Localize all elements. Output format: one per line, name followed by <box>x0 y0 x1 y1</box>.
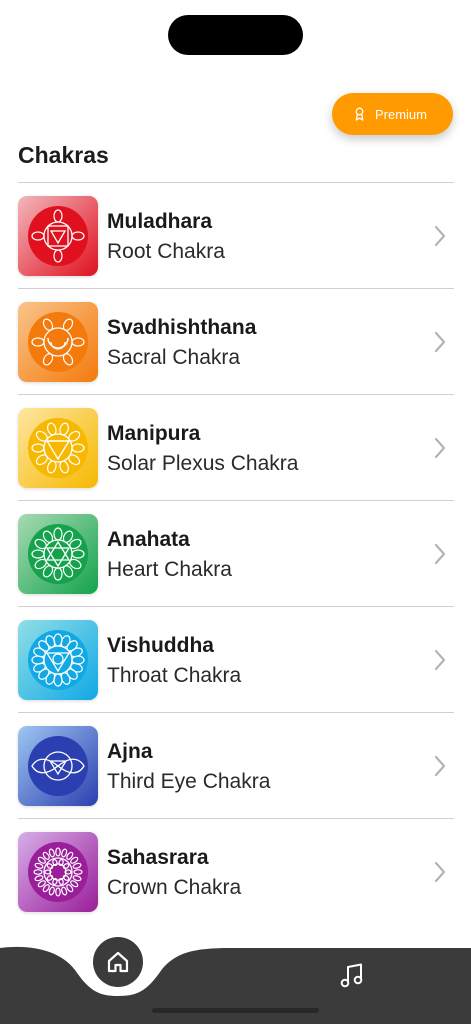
chakra-subtitle: Throat Chakra <box>107 664 242 687</box>
chevron-right-icon <box>434 437 446 459</box>
award-icon <box>355 107 364 121</box>
vishuddha-symbol-icon <box>18 620 98 700</box>
chakra-subtitle: Sacral Chakra <box>107 346 241 369</box>
chakra-list: Muladhara Root Chakra Svadhishthana Sacr… <box>18 182 454 924</box>
list-item-anahata[interactable]: Anahata Heart Chakra <box>18 501 454 607</box>
svadhishthana-symbol-icon <box>18 302 98 382</box>
list-item-ajna[interactable]: Ajna Third Eye Chakra <box>18 713 454 819</box>
chevron-right-icon <box>434 649 446 671</box>
muladhara-symbol-icon <box>18 196 98 276</box>
chakra-name: Vishuddha <box>107 634 214 657</box>
premium-label: Premium <box>374 106 427 122</box>
premium-button[interactable]: Premium <box>332 93 453 135</box>
chakra-name: Manipura <box>107 422 201 445</box>
chakra-name: Anahata <box>107 528 190 551</box>
list-item-manipura[interactable]: Manipura Solar Plexus Chakra <box>18 395 454 501</box>
chevron-right-icon <box>434 861 446 883</box>
list-item-sahasrara[interactable]: Sahasrara Crown Chakra <box>18 819 454 924</box>
list-item-svadhishthana[interactable]: Svadhishthana Sacral Chakra <box>18 289 454 395</box>
manipura-symbol-icon <box>18 408 98 488</box>
home-tab-button[interactable] <box>93 937 143 987</box>
chakra-subtitle: Root Chakra <box>107 240 225 263</box>
home-icon <box>107 951 129 973</box>
home-indicator <box>152 1008 319 1013</box>
chakra-subtitle: Crown Chakra <box>107 876 242 899</box>
ajna-symbol-icon <box>18 726 98 806</box>
list-item-vishuddha[interactable]: Vishuddha Throat Chakra <box>18 607 454 713</box>
chakra-name: Svadhishthana <box>107 316 257 339</box>
chakra-name: Sahasrara <box>107 846 209 869</box>
music-tab-button[interactable] <box>336 960 368 992</box>
chakra-name: Muladhara <box>107 210 213 233</box>
page-title: Chakras <box>18 142 109 168</box>
chakra-name: Ajna <box>107 740 153 763</box>
anahata-symbol-icon <box>18 514 98 594</box>
chevron-right-icon <box>434 543 446 565</box>
music-note-icon <box>340 963 363 988</box>
dynamic-island <box>168 15 303 55</box>
chakra-subtitle: Third Eye Chakra <box>107 770 271 793</box>
chevron-right-icon <box>434 225 446 247</box>
chevron-right-icon <box>434 755 446 777</box>
chevron-right-icon <box>434 331 446 353</box>
list-item-muladhara[interactable]: Muladhara Root Chakra <box>18 183 454 289</box>
chakra-subtitle: Solar Plexus Chakra <box>107 452 299 475</box>
chakra-subtitle: Heart Chakra <box>107 558 232 581</box>
sahasrara-symbol-icon <box>18 832 98 912</box>
